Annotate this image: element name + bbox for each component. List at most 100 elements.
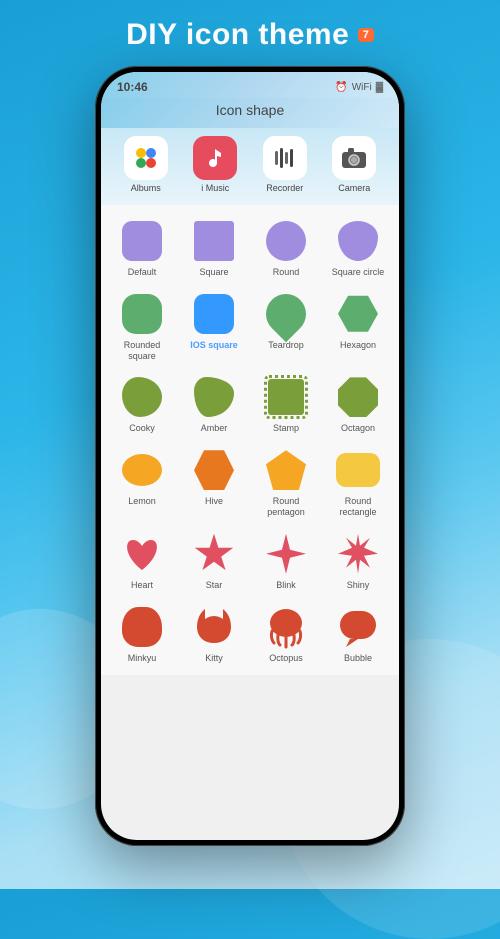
shape-item-teardrop[interactable]: Teardrop [251, 286, 321, 366]
shape-item-hexagon[interactable]: Hexagon [323, 286, 393, 366]
shape-visual-round [264, 219, 308, 263]
camera-icon [332, 136, 376, 180]
shape-visual-stamp [264, 375, 308, 419]
shape-item-square-circle[interactable]: Square circle [323, 213, 393, 282]
shape-item-default[interactable]: Default [107, 213, 177, 282]
shape-item-minkyu[interactable]: Minkyu [107, 599, 177, 668]
wifi-icon: WiFi [352, 82, 372, 93]
page-title: DIY icon theme [126, 18, 349, 51]
shape-visual-cooky [120, 375, 164, 419]
shape-visual-amber [192, 375, 236, 419]
imusic-icon [193, 136, 237, 180]
shape-visual-octagon [336, 375, 380, 419]
shape-visual-bubble [336, 605, 380, 649]
recorder-label: Recorder [266, 183, 303, 193]
shape-visual-star [192, 532, 236, 576]
shape-item-shiny[interactable]: Shiny [323, 526, 393, 595]
shape-label-heart: Heart [131, 580, 153, 591]
shape-label-shiny: Shiny [347, 580, 370, 591]
albums-icon [124, 136, 168, 180]
shape-visual-minkyu [120, 605, 164, 649]
shape-label-blink: Blink [276, 580, 296, 591]
shape-label-round-rectangle: Round rectangle [325, 496, 391, 518]
shape-visual-heart [120, 532, 164, 576]
shape-visual-default [120, 219, 164, 263]
shape-visual-hive [192, 448, 236, 492]
shape-visual-hexagon [336, 292, 380, 336]
app-icon-recorder[interactable]: Recorder [263, 136, 307, 193]
shape-label-round-pentagon: Round pentagon [253, 496, 319, 518]
screen-title: Icon shape [216, 102, 285, 118]
shape-label-bubble: Bubble [344, 653, 372, 664]
shape-visual-blink [264, 532, 308, 576]
shape-visual-shiny [336, 532, 380, 576]
shape-label-square: Square [199, 267, 228, 278]
app-icons-row: Albums i Music [101, 128, 399, 205]
shape-item-lemon[interactable]: Lemon [107, 442, 177, 522]
shape-visual-round-pentagon [264, 448, 308, 492]
shape-label-amber: Amber [201, 423, 228, 434]
phone-mockup: 10:46 ⏰ WiFi ▓ Icon shape [0, 66, 500, 846]
shapes-section: Default Square Round Square circle [101, 205, 399, 675]
phone-frame: 10:46 ⏰ WiFi ▓ Icon shape [95, 66, 405, 846]
shape-label-kitty: Kitty [205, 653, 223, 664]
shape-item-bubble[interactable]: Bubble [323, 599, 393, 668]
status-time: 10:46 [117, 80, 148, 94]
shape-item-hive[interactable]: Hive [179, 442, 249, 522]
shape-visual-square-circle [336, 219, 380, 263]
status-icons: ⏰ WiFi ▓ [335, 82, 383, 93]
shape-label-octagon: Octagon [341, 423, 375, 434]
shape-item-stamp[interactable]: Stamp [251, 369, 321, 438]
shape-visual-lemon [120, 448, 164, 492]
shape-label-hexagon: Hexagon [340, 340, 376, 351]
imusic-label: i Music [201, 183, 229, 193]
camera-label: Camera [338, 183, 370, 193]
shape-item-octagon[interactable]: Octagon [323, 369, 393, 438]
shapes-grid: Default Square Round Square circle [107, 213, 393, 667]
app-icon-camera[interactable]: Camera [332, 136, 376, 193]
shape-label-round: Round [273, 267, 300, 278]
shape-label-ios-square: IOS square [190, 340, 238, 351]
shape-label-rounded-square: Rounded square [109, 340, 175, 362]
shape-label-lemon: Lemon [128, 496, 156, 507]
shape-item-square[interactable]: Square [179, 213, 249, 282]
shape-label-square-circle: Square circle [332, 267, 385, 278]
shape-visual-octopus [264, 605, 308, 649]
shape-visual-ios-square [192, 292, 236, 336]
status-bar: 10:46 ⏰ WiFi ▓ [101, 72, 399, 98]
shape-visual-rounded-square [120, 292, 164, 336]
phone-screen: 10:46 ⏰ WiFi ▓ Icon shape [101, 72, 399, 840]
shape-label-default: Default [128, 267, 157, 278]
shape-item-kitty[interactable]: Kitty [179, 599, 249, 668]
alarm-icon: ⏰ [335, 82, 347, 93]
shape-item-amber[interactable]: Amber [179, 369, 249, 438]
page-header: DIY icon theme 7 [0, 0, 500, 66]
shape-item-octopus[interactable]: Octopus [251, 599, 321, 668]
shape-label-minkyu: Minkyu [128, 653, 157, 664]
shape-label-star: Star [206, 580, 223, 591]
shape-label-hive: Hive [205, 496, 223, 507]
battery-icon: ▓ [376, 82, 383, 93]
shape-item-cooky[interactable]: Cooky [107, 369, 177, 438]
albums-label: Albums [131, 183, 161, 193]
shape-item-ios-square[interactable]: IOS square [179, 286, 249, 366]
shape-item-blink[interactable]: Blink [251, 526, 321, 595]
version-badge: 7 [358, 28, 374, 42]
app-icon-albums[interactable]: Albums [124, 136, 168, 193]
recorder-icon [263, 136, 307, 180]
shape-label-stamp: Stamp [273, 423, 299, 434]
shape-visual-teardrop [264, 292, 308, 336]
shape-item-heart[interactable]: Heart [107, 526, 177, 595]
shape-visual-round-rectangle [336, 448, 380, 492]
shape-item-rounded-square[interactable]: Rounded square [107, 286, 177, 366]
shape-item-round-rectangle[interactable]: Round rectangle [323, 442, 393, 522]
shape-item-round[interactable]: Round [251, 213, 321, 282]
shape-label-cooky: Cooky [129, 423, 155, 434]
app-icon-imusic[interactable]: i Music [193, 136, 237, 193]
shape-label-octopus: Octopus [269, 653, 303, 664]
app-header: Icon shape [101, 98, 399, 128]
shape-item-round-pentagon[interactable]: Round pentagon [251, 442, 321, 522]
shape-item-star[interactable]: Star [179, 526, 249, 595]
shape-visual-kitty [192, 605, 236, 649]
shape-visual-square [192, 219, 236, 263]
